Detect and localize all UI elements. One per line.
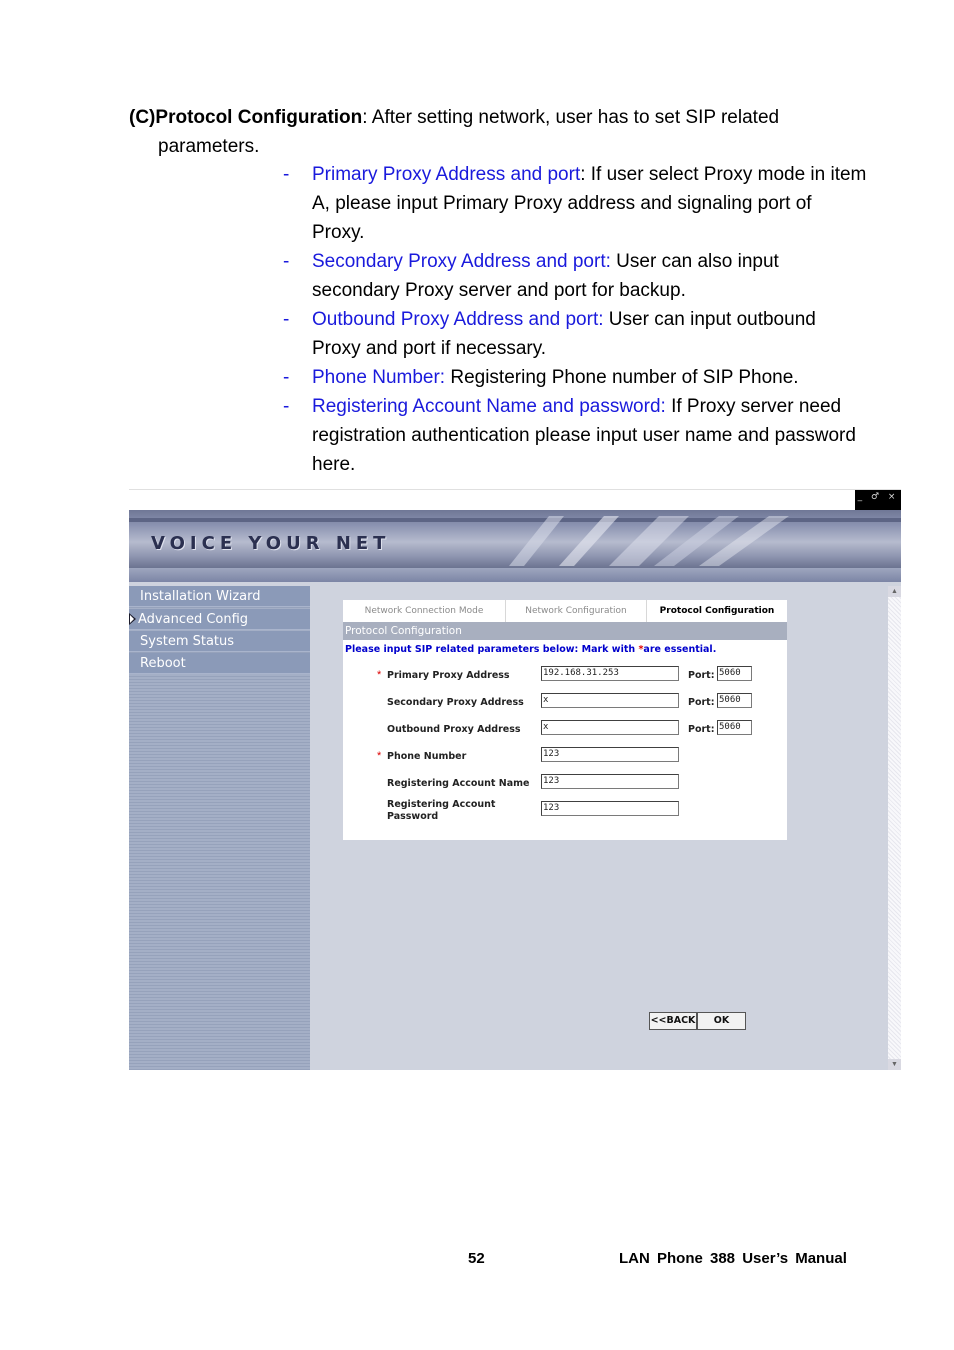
section-marker: (C) <box>129 107 156 128</box>
back-button[interactable]: <<BACK <box>649 1012 697 1030</box>
account-password-label: Registering Account Password <box>387 799 495 823</box>
instruction-text: Please input SIP related parameters belo… <box>345 643 785 657</box>
secondary-proxy-row: Secondary Proxy Address x Port: 5060 <box>343 693 787 713</box>
tab-protocol-configuration[interactable]: Protocol Configuration <box>647 600 787 622</box>
sidebar-item-system-status[interactable]: System Status <box>129 631 310 652</box>
config-panel: Network Connection Mode Network Configur… <box>343 600 787 840</box>
bullet-text: Registering Phone number of SIP Phone. <box>445 367 799 388</box>
list-item: - Secondary Proxy Address and port: User… <box>283 247 868 305</box>
outbound-proxy-port-input[interactable]: 5060 <box>717 720 752 735</box>
tab-network-configuration[interactable]: Network Configuration <box>506 600 647 622</box>
tab-bar: Network Connection Mode Network Configur… <box>343 600 787 622</box>
required-marker: * <box>377 750 382 762</box>
primary-proxy-input[interactable]: 192.168.31.253 <box>541 666 679 681</box>
section-heading: (C)Protocol Configuration: After setting… <box>129 103 869 161</box>
bullet-dash: - <box>283 367 290 388</box>
bullet-dash: - <box>283 251 290 272</box>
port-label: Port: <box>688 670 715 681</box>
instruction-before: Please input SIP related parameters belo… <box>345 644 639 655</box>
account-password-label-line1: Registering Account <box>387 799 496 810</box>
primary-proxy-label: Primary Proxy Address <box>387 670 510 681</box>
account-name-input[interactable]: 123 <box>541 774 679 789</box>
bullet-dash: - <box>283 309 290 330</box>
page-number: 52 <box>468 1250 485 1267</box>
manual-title: LAN Phone 388 User’s Manual <box>619 1250 847 1267</box>
pointer-arrow-icon <box>129 613 136 625</box>
account-password-label-line2: Password <box>387 811 439 822</box>
panel-title: Protocol Configuration <box>343 622 787 640</box>
outbound-proxy-row: Outbound Proxy Address x Port: 5060 <box>343 720 787 740</box>
ok-button[interactable]: OK <box>697 1012 746 1030</box>
phone-number-input[interactable]: 123 <box>541 747 679 762</box>
required-marker: * <box>377 669 382 681</box>
list-item: - Registering Account Name and password:… <box>283 392 868 479</box>
bullet-dash: - <box>283 164 290 185</box>
window-topbar: _ ♂ × <box>129 490 901 510</box>
port-label: Port: <box>688 697 715 708</box>
banner-band <box>129 568 901 582</box>
vertical-scrollbar[interactable]: ▲ ▼ <box>888 586 901 1070</box>
phone-number-label: Phone Number <box>387 751 467 762</box>
parameter-list: - Primary Proxy Address and port: If use… <box>283 160 868 479</box>
instruction-after: are essential. <box>643 644 717 655</box>
section-title: Protocol Configuration <box>155 107 363 128</box>
embedded-screenshot: _ ♂ × VOICE YOUR NET Installation Wizard… <box>129 489 901 1070</box>
account-password-input[interactable]: 123 <box>541 801 679 816</box>
banner-stripes-graphic <box>509 516 789 566</box>
primary-proxy-port-input[interactable]: 5060 <box>717 666 752 681</box>
window-controls[interactable]: _ ♂ × <box>855 490 901 510</box>
sidebar-item-label: Advanced Config <box>138 612 249 627</box>
sidebar-item-label: Installation Wizard <box>140 589 261 604</box>
bullet-term: Phone Number: <box>312 367 446 388</box>
outbound-proxy-input[interactable]: x <box>541 720 679 735</box>
tab-network-connection-mode[interactable]: Network Connection Mode <box>343 600 506 622</box>
bullet-term: Secondary Proxy Address and port: <box>312 251 611 272</box>
sidebar-item-advanced-config[interactable]: Advanced Config <box>129 609 310 630</box>
phone-number-row: * Phone Number 123 <box>343 747 787 767</box>
sidebar-item-label: Reboot <box>140 656 186 671</box>
scroll-down-icon[interactable]: ▼ <box>888 1059 901 1070</box>
outbound-proxy-label: Outbound Proxy Address <box>387 724 521 735</box>
secondary-proxy-input[interactable]: x <box>541 693 679 708</box>
sidebar: Installation Wizard Advanced Config Syst… <box>129 586 310 1070</box>
section-intro: : After setting network, user has to set… <box>362 107 780 128</box>
primary-proxy-row: * Primary Proxy Address 192.168.31.253 P… <box>343 666 787 686</box>
scroll-up-icon[interactable]: ▲ <box>888 586 901 597</box>
list-item: - Primary Proxy Address and port: If use… <box>283 160 868 247</box>
bullet-dash: - <box>283 396 290 417</box>
bullet-term: Registering Account Name and password: <box>312 396 666 417</box>
account-password-row: Registering Account Password 123 <box>343 799 787 823</box>
list-item: - Phone Number: Registering Phone number… <box>283 363 868 392</box>
section-intro-continuation: parameters. <box>158 136 260 157</box>
sidebar-item-reboot[interactable]: Reboot <box>129 653 310 674</box>
bullet-term: Outbound Proxy Address and port: <box>312 309 604 330</box>
list-item: - Outbound Proxy Address and port: User … <box>283 305 868 363</box>
secondary-proxy-port-input[interactable]: 5060 <box>717 693 752 708</box>
account-name-row: Registering Account Name 123 <box>343 774 787 794</box>
banner: VOICE YOUR NET <box>129 510 901 568</box>
account-name-label: Registering Account Name <box>387 778 530 789</box>
bullet-term: Primary Proxy Address and port <box>312 164 581 185</box>
port-label: Port: <box>688 724 715 735</box>
sidebar-item-label: System Status <box>140 634 235 649</box>
banner-logo: VOICE YOUR NET <box>151 533 391 554</box>
sidebar-item-installation-wizard[interactable]: Installation Wizard <box>129 586 310 607</box>
secondary-proxy-label: Secondary Proxy Address <box>387 697 524 708</box>
